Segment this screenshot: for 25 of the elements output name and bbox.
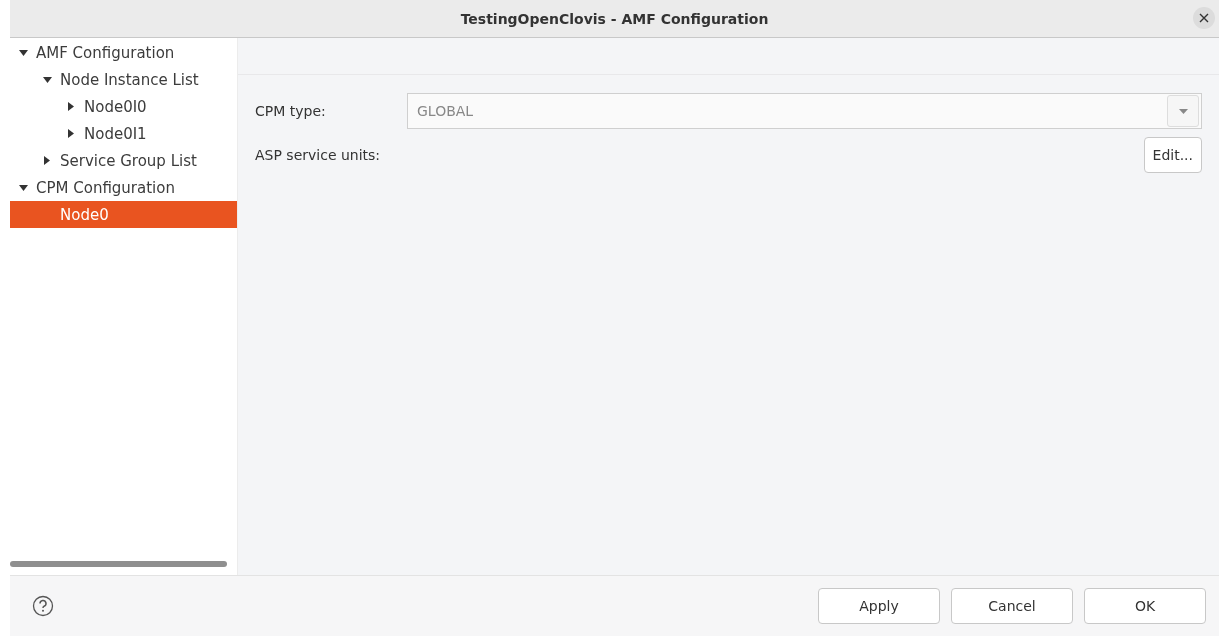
tree-item[interactable]: Node0I0 [10,93,237,120]
expanded-caret-icon[interactable] [42,76,52,83]
close-button[interactable] [1193,7,1215,29]
field-label: CPM type: [255,103,327,119]
expanded-caret-icon[interactable] [18,184,28,191]
tree-item[interactable]: Node Instance List [10,66,237,93]
dialog-button[interactable]: Cancel [951,588,1073,624]
scrollbar[interactable] [10,561,227,567]
collapsed-caret-icon[interactable] [68,129,74,138]
help-icon[interactable] [32,595,54,617]
dialog-button[interactable]: OK [1084,588,1206,624]
dropdown-arrow-icon [1178,108,1188,114]
edit-button[interactable]: Edit... [1143,137,1202,173]
expanded-caret-icon[interactable] [18,49,28,56]
collapsed-caret-icon[interactable] [68,102,74,111]
close-icon [1199,13,1209,23]
tree-item[interactable]: AMF Configuration [10,39,237,66]
tree-item[interactable]: Node0I1 [10,120,237,147]
dialog-button[interactable]: Apply [818,588,940,624]
tree-item[interactable]: Service Group List [10,147,237,174]
window-title: TestingOpenClovis - AMF Configuration [460,10,769,27]
collapsed-caret-icon[interactable] [44,156,50,165]
tree-item[interactable]: Node0 [10,201,237,228]
tree-item[interactable]: CPM Configuration [10,174,237,201]
field-label: ASP service units: [255,147,382,163]
